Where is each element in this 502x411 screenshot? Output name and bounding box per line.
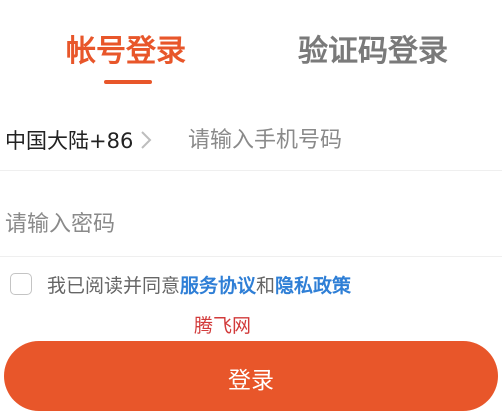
chevron-right-icon — [141, 131, 152, 149]
agreement-checkbox[interactable] — [10, 273, 32, 295]
tab-account-login[interactable]: 帐号登录 — [66, 30, 186, 74]
password-row — [0, 196, 502, 257]
login-tabs: 帐号登录 验证码登录 — [0, 0, 502, 90]
tab-sms-login[interactable]: 验证码登录 — [298, 30, 448, 74]
watermark: 腾飞网 — [194, 315, 252, 337]
agreement-prefix: 我已阅读并同意 — [47, 274, 181, 297]
region-selector[interactable]: 中国大陆+86 — [5, 122, 153, 158]
password-input[interactable] — [5, 204, 485, 244]
region-code: 中国大陆+86 — [5, 129, 134, 153]
agreement-row: 我已阅读并同意 服务协议 和 隐私政策 — [10, 268, 351, 300]
privacy-policy-link[interactable]: 隐私政策 — [275, 271, 351, 298]
agreement-connector: 和 — [256, 274, 276, 297]
phone-row: 中国大陆+86 — [0, 110, 502, 171]
service-agreement-link[interactable]: 服务协议 — [180, 271, 256, 298]
login-button[interactable]: 登录 — [4, 341, 498, 411]
phone-input[interactable] — [188, 120, 488, 160]
active-tab-indicator — [104, 80, 152, 84]
